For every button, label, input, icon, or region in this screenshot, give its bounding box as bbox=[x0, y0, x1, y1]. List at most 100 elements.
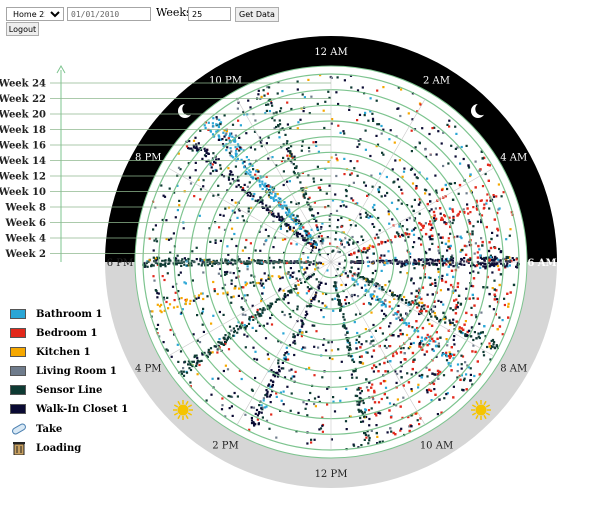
sensor-event-dot bbox=[350, 293, 353, 297]
sensor-event-dot bbox=[182, 370, 185, 373]
sensor-event-dot bbox=[238, 287, 241, 290]
sensor-event-dot bbox=[415, 176, 418, 179]
sensor-event-dot bbox=[335, 231, 338, 234]
sensor-event-dot bbox=[215, 116, 218, 119]
sensor-event-dot bbox=[300, 281, 303, 284]
sensor-event-dot bbox=[325, 192, 328, 195]
sensor-event-dot bbox=[428, 132, 431, 136]
sensor-event-dot bbox=[351, 376, 354, 379]
sensor-event-dot bbox=[381, 332, 384, 335]
sensor-event-dot bbox=[459, 303, 462, 306]
sensor-event-dot bbox=[229, 182, 232, 185]
sensor-event-dot bbox=[268, 395, 271, 398]
sensor-event-dot bbox=[452, 264, 455, 268]
sensor-event-dot bbox=[491, 231, 494, 234]
sensor-event-dot bbox=[262, 282, 265, 285]
sensor-event-dot bbox=[290, 242, 293, 245]
sensor-event-dot bbox=[252, 177, 255, 180]
sensor-event-dot bbox=[396, 398, 399, 401]
sensor-event-dot bbox=[261, 292, 264, 295]
sensor-event-dot bbox=[484, 267, 487, 270]
sensor-event-dot bbox=[369, 342, 372, 345]
sensor-event-dot bbox=[386, 239, 389, 242]
sensor-event-dot bbox=[299, 329, 302, 332]
sensor-event-dot bbox=[226, 270, 229, 274]
sensor-event-dot bbox=[454, 147, 457, 150]
sensor-event-dot bbox=[214, 161, 217, 164]
sensor-event-dot bbox=[465, 287, 468, 290]
pill-icon bbox=[12, 423, 26, 435]
sensor-event-dot bbox=[392, 431, 395, 435]
sensor-event-dot bbox=[467, 212, 470, 215]
sensor-event-dot bbox=[313, 374, 316, 377]
sensor-event-dot bbox=[160, 184, 163, 187]
sensor-event-dot bbox=[307, 290, 310, 293]
sensor-event-dot bbox=[276, 92, 279, 95]
sensor-event-dot bbox=[174, 262, 177, 265]
sensor-event-dot bbox=[272, 197, 275, 200]
sensor-event-dot bbox=[195, 258, 198, 261]
sensor-event-dot bbox=[452, 338, 455, 341]
sensor-event-dot bbox=[198, 341, 202, 344]
legend-item: Loading bbox=[10, 441, 81, 455]
hour-label: 10 PM bbox=[209, 75, 242, 86]
sensor-event-dot bbox=[333, 410, 337, 413]
sensor-event-dot bbox=[368, 244, 371, 247]
sensor-event-dot bbox=[342, 130, 345, 133]
sensor-event-dot bbox=[356, 295, 360, 298]
sensor-event-dot bbox=[371, 297, 374, 300]
sensor-event-dot bbox=[270, 102, 273, 105]
sensor-event-dot bbox=[452, 385, 455, 388]
sensor-event-dot bbox=[362, 401, 365, 405]
sensor-event-dot bbox=[196, 147, 199, 150]
sensor-event-dot bbox=[362, 238, 365, 242]
sensor-event-dot bbox=[295, 166, 298, 169]
sensor-event-dot bbox=[331, 250, 334, 253]
sensor-event-dot bbox=[493, 288, 496, 291]
sensor-event-dot bbox=[229, 133, 232, 136]
sensor-event-dot bbox=[220, 408, 224, 411]
sensor-event-dot bbox=[271, 275, 274, 278]
sensor-event-dot bbox=[515, 258, 518, 261]
sensor-event-dot bbox=[152, 264, 155, 267]
sensor-event-dot bbox=[386, 262, 389, 265]
legend-label: Walk-In Closet 1 bbox=[36, 403, 129, 415]
sensor-event-dot bbox=[289, 267, 292, 270]
sensor-event-dot bbox=[380, 195, 383, 198]
sensor-event-dot bbox=[343, 157, 346, 160]
sensor-event-dot bbox=[437, 270, 440, 273]
sensor-event-dot bbox=[426, 343, 429, 347]
sensor-event-dot bbox=[289, 150, 292, 153]
sensor-event-dot bbox=[252, 168, 255, 171]
sensor-event-dot bbox=[255, 329, 258, 332]
sensor-event-dot bbox=[472, 225, 475, 228]
sensor-event-dot bbox=[308, 263, 311, 266]
sensor-event-dot bbox=[224, 364, 227, 367]
sensor-event-dot bbox=[481, 185, 485, 188]
sensor-event-dot bbox=[282, 170, 285, 173]
sensor-event-dot bbox=[440, 241, 444, 244]
sensor-event-dot bbox=[193, 195, 196, 198]
sensor-event-dot bbox=[407, 112, 410, 115]
sensor-event-dot bbox=[446, 273, 449, 276]
sensor-event-dot bbox=[488, 345, 491, 348]
sensor-event-dot bbox=[501, 319, 504, 322]
sensor-event-dot bbox=[441, 354, 444, 357]
sensor-event-dot bbox=[308, 150, 311, 153]
sensor-event-dot bbox=[278, 119, 281, 122]
sensor-event-dot bbox=[162, 341, 165, 344]
sensor-event-dot bbox=[483, 206, 486, 209]
sensor-event-dot bbox=[339, 205, 342, 208]
sensor-event-dot bbox=[265, 109, 268, 112]
sensor-event-dot bbox=[462, 328, 465, 331]
sensor-event-dot bbox=[348, 238, 351, 241]
sensor-event-dot bbox=[314, 296, 317, 299]
sensor-event-dot bbox=[450, 369, 453, 372]
sensor-event-dot bbox=[254, 350, 257, 353]
sensor-event-dot bbox=[257, 412, 260, 415]
sensor-event-dot bbox=[365, 340, 368, 343]
sensor-event-dot bbox=[471, 233, 474, 236]
sensor-event-dot bbox=[376, 435, 379, 438]
sensor-event-dot bbox=[247, 257, 251, 260]
sensor-event-dot bbox=[203, 147, 206, 150]
